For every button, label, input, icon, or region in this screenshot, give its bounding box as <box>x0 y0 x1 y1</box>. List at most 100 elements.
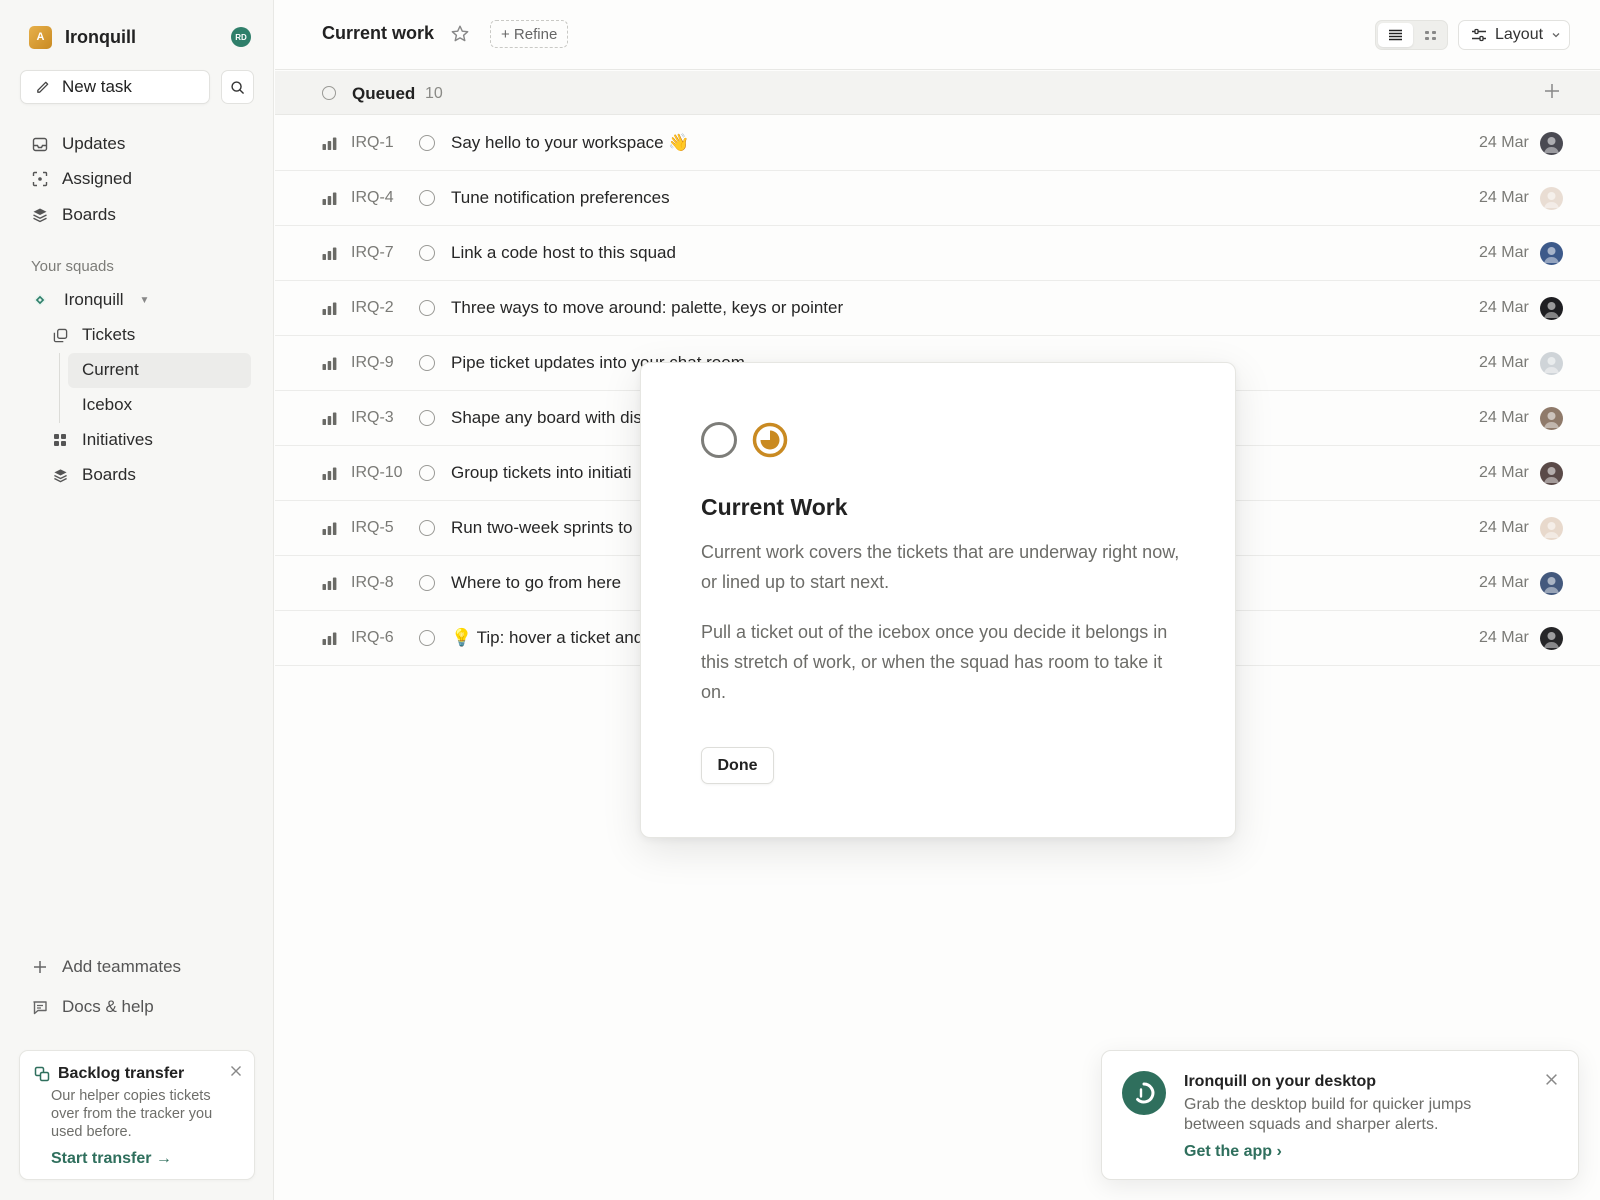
status-icon[interactable] <box>419 520 435 536</box>
squads-section-label: Your squads <box>31 258 114 275</box>
group-header-queued[interactable]: Queued 10 <box>275 71 1600 115</box>
table-row[interactable]: IRQ-2 Three ways to move around: palette,… <box>275 281 1600 336</box>
assignee-avatar[interactable] <box>1540 352 1563 375</box>
grid-icon <box>52 433 68 447</box>
priority-icon[interactable] <box>322 412 337 425</box>
ticket-date: 24 Mar <box>1479 519 1529 536</box>
sidebar: A Ironquill RD New task Updates Assigned… <box>0 0 274 1200</box>
squad-name: Ironquill <box>64 290 124 309</box>
start-transfer-link[interactable]: Start transfer → <box>51 1150 240 1168</box>
ticket-date: 24 Mar <box>1479 464 1529 481</box>
dialog-paragraph: Current work covers the tickets that are… <box>701 542 1180 592</box>
priority-icon[interactable] <box>322 632 337 645</box>
layers-icon <box>52 468 68 483</box>
status-icon[interactable] <box>419 355 435 371</box>
status-icon[interactable] <box>419 630 435 646</box>
assignee-avatar[interactable] <box>1540 187 1563 210</box>
table-row[interactable]: IRQ-1 Say hello to your workspace 👋 24 Mar <box>275 116 1600 171</box>
sidebar-item-label: Assigned <box>62 169 132 188</box>
add-teammates-button[interactable]: Add teammates <box>31 954 181 980</box>
queued-status-icon <box>322 86 336 100</box>
toast-title: Ironquill on your desktop <box>1184 1073 1376 1090</box>
user-avatar[interactable]: RD <box>231 27 251 47</box>
done-button[interactable]: Done <box>701 747 774 784</box>
sidebar-item-icebox[interactable]: Icebox <box>82 392 132 418</box>
toast-body: Grab the desktop build for quicker jumps… <box>1184 1096 1472 1133</box>
unstarted-status-icon <box>701 422 737 458</box>
sidebar-item-tickets[interactable]: Tickets <box>52 322 135 348</box>
priority-icon[interactable] <box>322 137 337 150</box>
ticket-id: IRQ-6 <box>351 629 394 646</box>
assignee-avatar[interactable] <box>1540 517 1563 540</box>
assignee-avatar[interactable] <box>1540 407 1563 430</box>
tree-line <box>59 353 60 423</box>
add-ticket-icon[interactable] <box>1541 80 1563 102</box>
layout-button[interactable]: Layout <box>1458 20 1570 50</box>
ticket-date: 24 Mar <box>1479 244 1529 261</box>
sliders-icon <box>1472 28 1486 42</box>
ticket-id: IRQ-1 <box>351 134 394 151</box>
new-task-button[interactable]: New task <box>20 70 210 104</box>
priority-icon[interactable] <box>322 192 337 205</box>
sidebar-item-assigned[interactable]: Assigned <box>31 166 132 192</box>
dialog-title: Current Work <box>701 494 848 520</box>
table-row[interactable]: IRQ-4 Tune notification preferences 24 Mar <box>275 171 1600 226</box>
priority-icon[interactable] <box>322 247 337 260</box>
sidebar-item-current-label[interactable]: Current <box>82 357 139 383</box>
ticket-date: 24 Mar <box>1479 189 1529 206</box>
get-app-link[interactable]: Get the app › <box>1184 1143 1282 1161</box>
assignee-avatar[interactable] <box>1540 462 1563 485</box>
priority-icon[interactable] <box>322 357 337 370</box>
docs-help-button[interactable]: Docs & help <box>31 994 154 1020</box>
assignee-avatar[interactable] <box>1540 242 1563 265</box>
ticket-id: IRQ-7 <box>351 244 394 261</box>
priority-icon[interactable] <box>322 467 337 480</box>
sidebar-item-label: Tickets <box>82 325 136 344</box>
desktop-app-toast: Ironquill on your desktop Grab the deskt… <box>1101 1050 1579 1180</box>
board-view-button[interactable] <box>1414 23 1447 47</box>
chevron-down-icon <box>1552 33 1560 38</box>
topbar: Current work + Refine Layout <box>275 0 1600 70</box>
sidebar-item-initiatives[interactable]: Initiatives <box>52 427 153 453</box>
page-title: Current work <box>322 23 435 43</box>
ticket-title: Three ways to move around: palette, keys… <box>451 298 844 317</box>
list-view-button[interactable] <box>1378 23 1413 47</box>
group-count: 10 <box>425 85 443 102</box>
close-icon[interactable] <box>230 1065 242 1077</box>
ticket-id: IRQ-2 <box>351 299 394 316</box>
sidebar-item-label: Boards <box>62 205 116 224</box>
assignee-avatar[interactable] <box>1540 627 1563 650</box>
status-icon[interactable] <box>419 135 435 151</box>
status-icon[interactable] <box>419 245 435 261</box>
star-icon[interactable] <box>450 24 470 44</box>
status-icon[interactable] <box>419 575 435 591</box>
assignee-avatar[interactable] <box>1540 132 1563 155</box>
status-icon[interactable] <box>419 190 435 206</box>
sidebar-item-squad-boards[interactable]: Boards <box>52 462 136 488</box>
docs-help-label: Docs & help <box>62 997 154 1016</box>
focus-icon <box>31 171 49 187</box>
squad-ironquill[interactable]: Ironquill ▼ <box>31 287 149 313</box>
ticket-title: Shape any board with dis <box>451 408 642 427</box>
caret-down-icon[interactable]: ▼ <box>140 295 150 306</box>
status-icon[interactable] <box>419 465 435 481</box>
status-icon[interactable] <box>419 410 435 426</box>
layers-icon <box>31 207 49 223</box>
workspace-switcher[interactable]: A Ironquill RD <box>29 24 251 50</box>
status-icon[interactable] <box>419 300 435 316</box>
search-button[interactable] <box>221 70 254 104</box>
refine-button[interactable]: + Refine <box>490 20 569 48</box>
priority-icon[interactable] <box>322 522 337 535</box>
priority-icon[interactable] <box>322 577 337 590</box>
sidebar-item-boards[interactable]: Boards <box>31 202 116 228</box>
priority-icon[interactable] <box>322 302 337 315</box>
assignee-avatar[interactable] <box>1540 297 1563 320</box>
ticket-id: IRQ-4 <box>351 189 394 206</box>
close-icon[interactable] <box>1545 1073 1558 1086</box>
backlog-transfer-card: Backlog transfer Our helper copies ticke… <box>19 1050 255 1180</box>
chat-icon <box>31 1000 49 1015</box>
assignee-avatar[interactable] <box>1540 572 1563 595</box>
table-row[interactable]: IRQ-7 Link a code host to this squad 24 Ma… <box>275 226 1600 281</box>
sidebar-item-updates[interactable]: Updates <box>31 131 125 157</box>
ticket-date: 24 Mar <box>1479 354 1529 371</box>
